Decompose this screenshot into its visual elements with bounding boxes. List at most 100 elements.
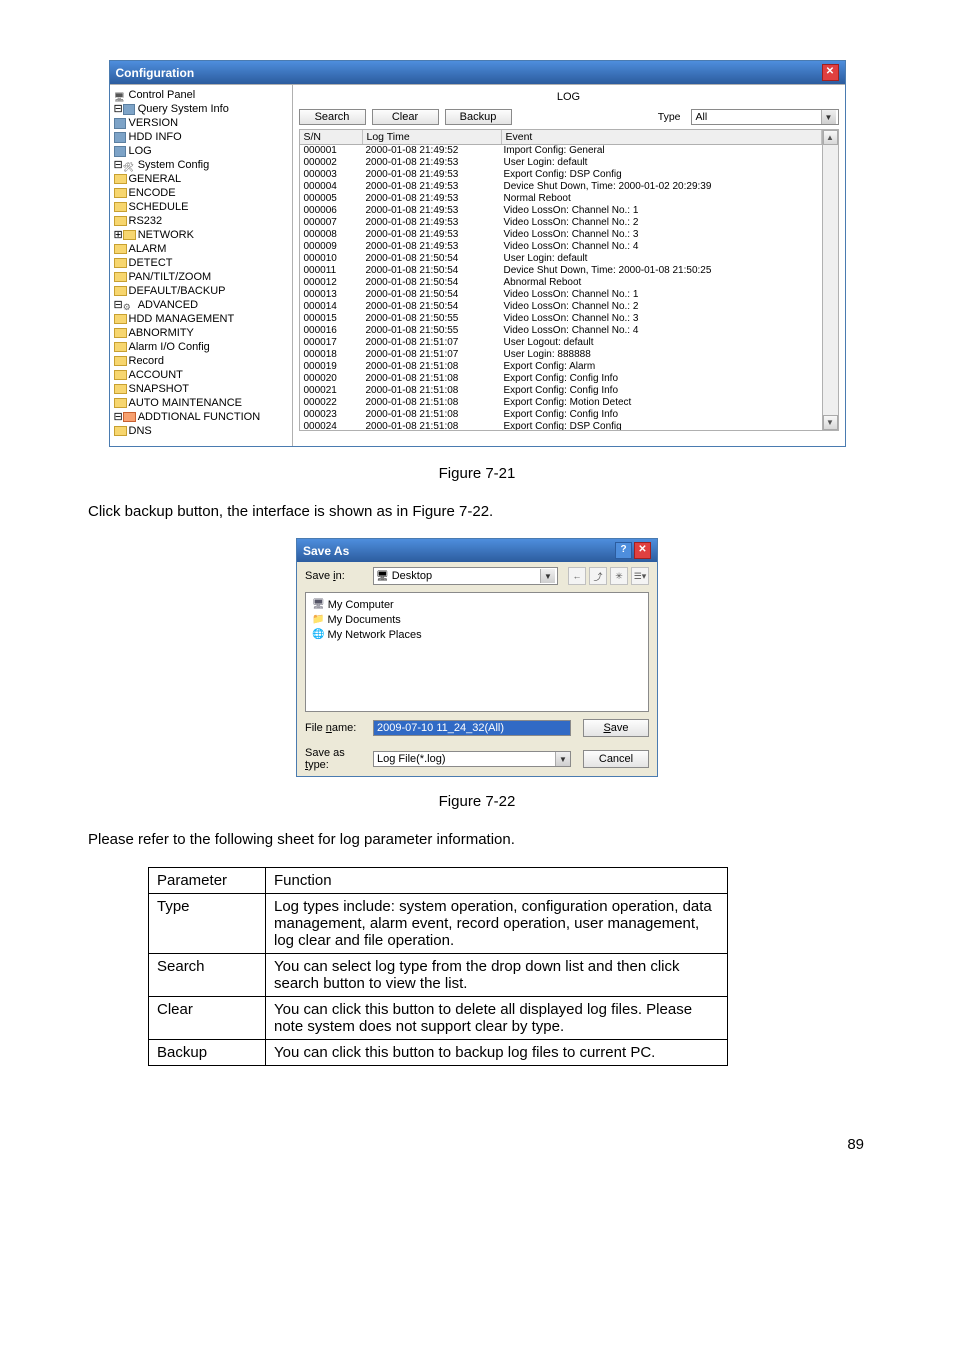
list-item[interactable]: My Computer — [312, 597, 642, 612]
table-row[interactable]: 0000032000-01-08 21:49:53Export Config: … — [300, 169, 822, 181]
tree-snapshot[interactable]: SNAPSHOT — [110, 382, 292, 396]
savein-label: Save in: — [305, 570, 367, 582]
tree-alarmio[interactable]: Alarm I/O Config — [110, 340, 292, 354]
tree-record[interactable]: Record — [110, 354, 292, 368]
view-menu-icon[interactable]: ☰▾ — [631, 567, 649, 585]
back-icon[interactable]: ← — [568, 567, 586, 585]
folder-icon — [312, 612, 324, 627]
tree-abnormity[interactable]: ABNORMITY — [110, 326, 292, 340]
cell-event: Export Config: Motion Detect — [500, 397, 822, 409]
table-row[interactable]: 0000152000-01-08 21:50:55Video LossOn: C… — [300, 313, 822, 325]
help-icon[interactable]: ? — [615, 542, 632, 559]
tree-general[interactable]: GENERAL — [110, 172, 292, 186]
table-row[interactable]: 0000232000-01-08 21:51:08Export Config: … — [300, 409, 822, 421]
table-row[interactable]: 0000012000-01-08 21:49:52Import Config: … — [300, 145, 822, 157]
close-icon[interactable]: ✕ — [822, 64, 839, 81]
table-row[interactable]: 0000192000-01-08 21:51:08Export Config: … — [300, 361, 822, 373]
tree-account[interactable]: ACCOUNT — [110, 368, 292, 382]
tree-automaint[interactable]: AUTO MAINTENANCE — [110, 396, 292, 410]
list-item[interactable]: My Network Places — [312, 627, 642, 642]
search-button[interactable]: Search — [299, 109, 366, 125]
save-button[interactable]: Save — [583, 719, 649, 737]
tree-addlfunc[interactable]: ⊟ ADDTIONAL FUNCTION — [110, 410, 292, 424]
scroll-down-icon[interactable]: ▼ — [823, 415, 838, 430]
tree-advanced[interactable]: ⊟ ADVANCED — [110, 298, 292, 312]
folder-icon — [114, 384, 126, 394]
table-row[interactable]: 0000092000-01-08 21:49:53Video LossOn: C… — [300, 241, 822, 253]
tree-network[interactable]: ⊞ NETWORK — [110, 228, 292, 242]
col-header-parameter: Parameter — [149, 867, 266, 893]
param-desc: Log types include: system operation, con… — [266, 893, 728, 953]
close-icon[interactable]: ✕ — [634, 542, 651, 559]
table-row[interactable]: 0000172000-01-08 21:51:07User Logout: de… — [300, 337, 822, 349]
tree-version[interactable]: VERSION — [110, 116, 292, 130]
tree-hddmgmt[interactable]: HDD MANAGEMENT — [110, 312, 292, 326]
cell-time: 2000-01-08 21:49:52 — [362, 145, 500, 157]
table-row[interactable]: 0000162000-01-08 21:50:55Video LossOn: C… — [300, 325, 822, 337]
up-folder-icon[interactable]: ⤴ — [589, 567, 607, 585]
tree-ptz[interactable]: PAN/TILT/ZOOM — [110, 270, 292, 284]
table-row[interactable]: 0000202000-01-08 21:51:08Export Config: … — [300, 373, 822, 385]
book-icon — [123, 104, 135, 114]
tree-encode[interactable]: ENCODE — [110, 186, 292, 200]
tree-hddinfo[interactable]: HDD INFO — [110, 130, 292, 144]
table-row[interactable]: 0000062000-01-08 21:49:53Video LossOn: C… — [300, 205, 822, 217]
cell-sn: 000021 — [300, 385, 362, 397]
table-row[interactable]: 0000222000-01-08 21:51:08Export Config: … — [300, 397, 822, 409]
param-desc: You can click this button to backup log … — [266, 1039, 728, 1065]
cell-time: 2000-01-08 21:49:53 — [362, 229, 500, 241]
log-table-body: 0000012000-01-08 21:49:52Import Config: … — [299, 145, 823, 431]
scrollbar[interactable]: ▲ ▼ — [823, 129, 839, 431]
configuration-window: Configuration ✕ Control Panel ⊟ Query Sy… — [109, 60, 846, 447]
computer-icon — [312, 597, 325, 612]
tree-log[interactable]: LOG — [110, 144, 292, 158]
cell-event: Export Config: Config Info — [500, 385, 822, 397]
tree-detect[interactable]: DETECT — [110, 256, 292, 270]
scroll-up-icon[interactable]: ▲ — [823, 130, 838, 145]
table-row[interactable]: 0000212000-01-08 21:51:08Export Config: … — [300, 385, 822, 397]
new-folder-icon[interactable]: ✳ — [610, 567, 628, 585]
table-row[interactable]: 0000112000-01-08 21:50:54Device Shut Dow… — [300, 265, 822, 277]
tree-alarm[interactable]: ALARM — [110, 242, 292, 256]
table-row[interactable]: 0000102000-01-08 21:50:54User Login: def… — [300, 253, 822, 265]
tree-rs232[interactable]: RS232 — [110, 214, 292, 228]
cell-time: 2000-01-08 21:51:08 — [362, 385, 500, 397]
table-row[interactable]: 0000082000-01-08 21:49:53Video LossOn: C… — [300, 229, 822, 241]
table-row[interactable]: 0000042000-01-08 21:49:53Device Shut Dow… — [300, 181, 822, 193]
table-row[interactable]: 0000242000-01-08 21:51:08Export Config: … — [300, 421, 822, 431]
table-row[interactable]: 0000052000-01-08 21:49:53Normal Reboot — [300, 193, 822, 205]
network-icon — [312, 627, 324, 642]
cell-sn: 000002 — [300, 157, 362, 169]
filename-input[interactable]: 2009-07-10 11_24_32(All) — [373, 720, 571, 736]
tree-schedule[interactable]: SCHEDULE — [110, 200, 292, 214]
clear-button[interactable]: Clear — [372, 109, 439, 125]
tree-defaultbackup[interactable]: DEFAULT/BACKUP — [110, 284, 292, 298]
cell-sn: 000004 — [300, 181, 362, 193]
tree-sysconfig[interactable]: ⊟ System Config — [110, 158, 292, 172]
backup-button[interactable]: Backup — [445, 109, 512, 125]
type-select[interactable]: All ▼ — [691, 109, 839, 125]
cell-sn: 000012 — [300, 277, 362, 289]
cell-event: Video LossOn: Channel No.: 3 — [500, 313, 822, 325]
table-row[interactable]: 0000022000-01-08 21:49:53User Login: def… — [300, 157, 822, 169]
tree-dns[interactable]: DNS — [110, 424, 292, 438]
folder-icon — [114, 272, 126, 282]
table-row[interactable]: 0000142000-01-08 21:50:54Video LossOn: C… — [300, 301, 822, 313]
table-row[interactable]: 0000122000-01-08 21:50:54Abnormal Reboot — [300, 277, 822, 289]
table-row[interactable]: 0000072000-01-08 21:49:53Video LossOn: C… — [300, 217, 822, 229]
save-as-dialog: Save As ? ✕ Save in: Desktop ▼ ← ⤴ ✳ ☰▾ … — [296, 538, 658, 777]
table-row[interactable]: 0000132000-01-08 21:50:54Video LossOn: C… — [300, 289, 822, 301]
cell-event: User Login: default — [500, 157, 822, 169]
parameter-table: Parameter Function Type Log types includ… — [148, 867, 728, 1066]
title-bar: Configuration ✕ — [110, 61, 845, 84]
tree-control-panel[interactable]: Control Panel — [110, 88, 292, 102]
list-item[interactable]: My Documents — [312, 612, 642, 627]
cell-event: Normal Reboot — [500, 193, 822, 205]
tree-query[interactable]: ⊟ Query System Info — [110, 102, 292, 116]
savein-select[interactable]: Desktop ▼ — [373, 567, 558, 585]
cell-event: Export Config: DSP Config — [500, 421, 822, 431]
saveastype-select[interactable]: Log File(*.log) ▼ — [373, 751, 571, 767]
table-row[interactable]: 0000182000-01-08 21:51:07User Login: 888… — [300, 349, 822, 361]
cancel-button[interactable]: Cancel — [583, 750, 649, 768]
file-listing[interactable]: My Computer My Documents My Network Plac… — [305, 592, 649, 712]
